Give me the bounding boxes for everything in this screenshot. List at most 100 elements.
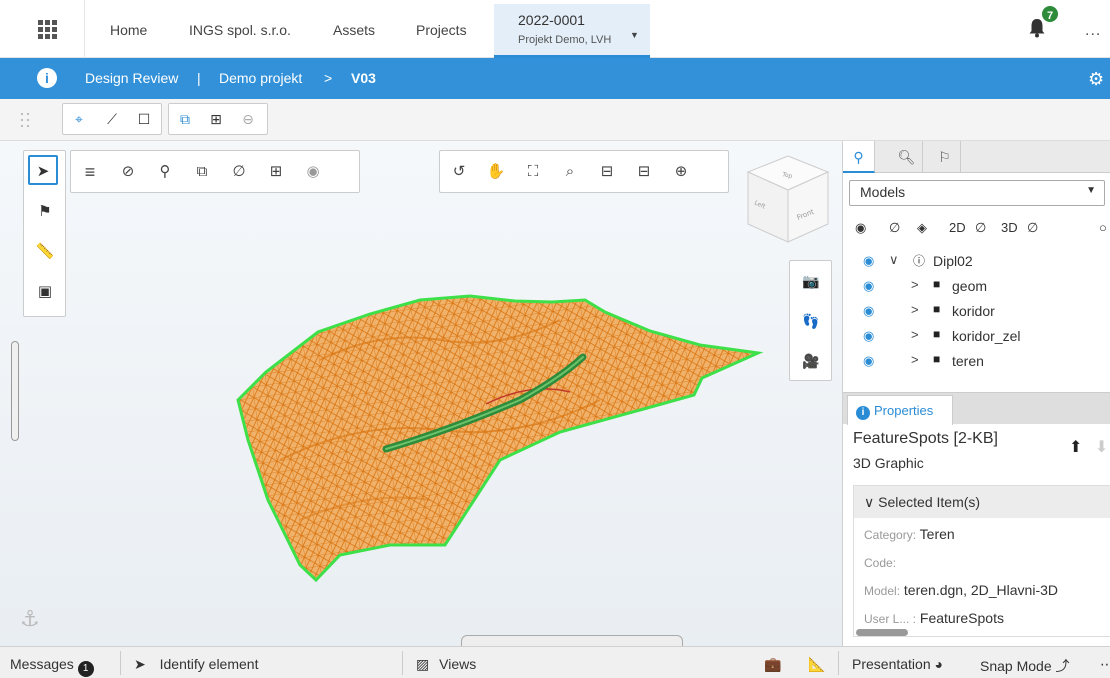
breadcrumb-project[interactable]: Demo projekt bbox=[219, 70, 302, 86]
nav-projects[interactable]: Projects bbox=[416, 22, 467, 38]
drag-handle-icon[interactable] bbox=[20, 112, 30, 128]
chevron-right-icon[interactable]: > bbox=[911, 352, 919, 367]
tree-item-dipl02[interactable]: ◉ ∨ ⓘ Dipl02 bbox=[843, 249, 1110, 274]
layers-grid-icon[interactable]: ⊞ bbox=[265, 161, 287, 183]
hide-all-icon[interactable]: ∅ bbox=[889, 220, 900, 236]
messages-label: Messages bbox=[10, 656, 74, 672]
nav-assets[interactable]: Assets bbox=[333, 22, 375, 38]
identify-element-button[interactable]: ➤ Identify element bbox=[134, 656, 258, 673]
show-2d-label[interactable]: 2D bbox=[949, 220, 966, 235]
navigation-arrows: ⬆ ⬇ bbox=[1069, 437, 1108, 457]
nav-home[interactable]: Home bbox=[110, 22, 147, 38]
isolate-icon[interactable]: ⧉ bbox=[191, 161, 213, 183]
tree-item-teren[interactable]: ◉ > ■ teren bbox=[843, 349, 1110, 374]
nav-divider bbox=[84, 0, 85, 58]
apps-grid-icon[interactable] bbox=[38, 20, 57, 39]
3d-viewport[interactable]: ⚓ bbox=[0, 141, 842, 646]
copy-layer-icon[interactable]: ⧉ bbox=[174, 108, 196, 130]
visibility-eye-icon[interactable]: ◉ bbox=[863, 253, 874, 269]
visibility-eye-icon[interactable]: ◉ bbox=[863, 328, 874, 344]
point-target-icon[interactable]: ⌖ bbox=[68, 108, 90, 130]
more-icon[interactable]: ... bbox=[1085, 22, 1101, 40]
eye-icon[interactable]: ◉ bbox=[302, 161, 324, 183]
folder-icon: ■ bbox=[933, 302, 941, 316]
hide-icon[interactable]: ∅ bbox=[228, 161, 250, 183]
more-icon[interactable]: ⋯ bbox=[1100, 656, 1110, 673]
prop-row-user-label: User L... : FeatureSpots bbox=[864, 610, 1004, 630]
rotate-icon[interactable]: ↺ bbox=[448, 161, 470, 183]
presentation-button[interactable]: Presentation ◕ bbox=[852, 656, 943, 672]
tab-properties-label: Properties bbox=[874, 403, 934, 418]
bim-logo-icon: ⚓ bbox=[20, 606, 40, 631]
tree-item-koridor[interactable]: ◉ > ■ koridor bbox=[843, 299, 1110, 324]
visibility-eye-icon[interactable]: ◉ bbox=[863, 303, 874, 319]
add-icon[interactable]: ⊞ bbox=[205, 108, 227, 130]
briefcase-icon[interactable]: 💼 bbox=[764, 656, 781, 673]
show-3d-label[interactable]: 3D bbox=[1001, 220, 1018, 235]
tree-item-label: koridor bbox=[952, 303, 995, 319]
rectangle-icon[interactable]: ☐ bbox=[133, 108, 155, 130]
models-dropdown[interactable]: Models ▼ bbox=[849, 180, 1105, 206]
isolate-eye-icon[interactable]: ◈ bbox=[917, 220, 927, 236]
terrain-mesh bbox=[236, 294, 764, 583]
snap-mode-button[interactable]: Snap Mode ⤴ bbox=[980, 656, 1070, 676]
chevron-right-icon[interactable]: > bbox=[911, 327, 919, 342]
info-icon: i bbox=[856, 406, 870, 420]
menu-icon[interactable]: ≡ bbox=[79, 161, 101, 183]
pan-hand-icon[interactable]: ✋ bbox=[485, 161, 507, 183]
selected-items-header[interactable]: ∨ Selected Item(s) bbox=[854, 486, 1110, 518]
clip-icon[interactable]: ⊘ bbox=[117, 161, 139, 183]
arrow-down-icon[interactable]: ⬇ bbox=[1095, 439, 1108, 456]
chevron-right-icon[interactable]: > bbox=[911, 277, 919, 292]
previous-view-icon[interactable]: ⊟ bbox=[596, 161, 618, 183]
video-camera-icon[interactable]: 🎥 bbox=[799, 349, 823, 373]
search-tab-icon[interactable]: 🔍︎ bbox=[891, 141, 923, 173]
zoom-search-icon[interactable]: ⚲ bbox=[154, 161, 176, 183]
views-button[interactable]: ▨ Views bbox=[416, 656, 476, 673]
select-cursor-icon[interactable]: ➤ bbox=[28, 155, 58, 185]
prop-key: User L... : bbox=[864, 612, 917, 626]
nav-company[interactable]: INGS spol. s.r.o. bbox=[189, 22, 291, 38]
app-title[interactable]: Design Review bbox=[85, 70, 178, 86]
hide-2d-icon[interactable]: ∅ bbox=[975, 220, 986, 236]
app-header: i Design Review | Demo projekt > V03 ⚙ bbox=[0, 58, 1110, 99]
tree-item-label: Dipl02 bbox=[933, 253, 973, 269]
walk-footsteps-icon[interactable]: 👣 bbox=[799, 309, 823, 333]
ruler-icon[interactable]: 📐 bbox=[808, 656, 825, 673]
visibility-eye-icon[interactable]: ◉ bbox=[863, 278, 874, 294]
flag-add-icon[interactable]: ⚑ bbox=[30, 197, 60, 227]
horizontal-scrollbar[interactable] bbox=[856, 629, 908, 636]
fit-view-icon[interactable]: ⛶ bbox=[522, 161, 544, 183]
camera-settings-icon[interactable]: 📷 bbox=[799, 269, 823, 293]
tree-item-koridor-zel[interactable]: ◉ > ■ koridor_zel bbox=[843, 324, 1110, 349]
left-panel-handle[interactable] bbox=[11, 341, 19, 441]
view-cube[interactable]: Top Left Front bbox=[742, 152, 834, 248]
hide-3d-icon[interactable]: ∅ bbox=[1027, 220, 1038, 236]
gear-icon[interactable]: ⚙ bbox=[1088, 69, 1104, 90]
remove-icon[interactable]: ⊖ bbox=[237, 108, 259, 130]
model-tree-tab-icon[interactable]: ⚲ bbox=[843, 141, 875, 173]
show-all-eye-icon[interactable]: ◉ bbox=[855, 220, 866, 236]
presentation-icon: ◕ bbox=[934, 656, 943, 672]
measure-ruler-icon[interactable]: 📏 bbox=[30, 237, 60, 267]
chevron-down-icon[interactable]: ∨ bbox=[889, 252, 899, 268]
project-selector[interactable]: 2022-0001 Projekt Demo, LVH ▼ bbox=[494, 4, 650, 58]
globe-icon[interactable]: ⊕ bbox=[670, 161, 692, 183]
search-icon[interactable]: ○ bbox=[1099, 220, 1107, 235]
breadcrumb-version[interactable]: V03 bbox=[351, 70, 376, 86]
filter-tab-icon[interactable]: ⚐ bbox=[929, 141, 961, 173]
zoom-window-icon[interactable]: ⌕ bbox=[559, 161, 581, 183]
line-icon[interactable]: ⟋ bbox=[101, 108, 123, 130]
chevron-right-icon[interactable]: > bbox=[911, 302, 919, 317]
tab-properties[interactable]: i Properties bbox=[847, 395, 953, 425]
next-view-icon[interactable]: ⊟ bbox=[633, 161, 655, 183]
visibility-eye-icon[interactable]: ◉ bbox=[863, 353, 874, 369]
bottom-panel-handle[interactable] bbox=[461, 635, 683, 646]
messages-button[interactable]: Messages 1 bbox=[10, 656, 94, 677]
tree-item-geom[interactable]: ◉ > ■ geom bbox=[843, 274, 1110, 299]
arrow-up-icon[interactable]: ⬆ bbox=[1069, 439, 1082, 456]
presentation-label: Presentation bbox=[852, 656, 931, 672]
section-box-icon[interactable]: ▣ bbox=[30, 277, 60, 307]
project-name: Projekt Demo, LVH bbox=[518, 34, 612, 46]
messages-count-badge: 1 bbox=[77, 661, 94, 677]
